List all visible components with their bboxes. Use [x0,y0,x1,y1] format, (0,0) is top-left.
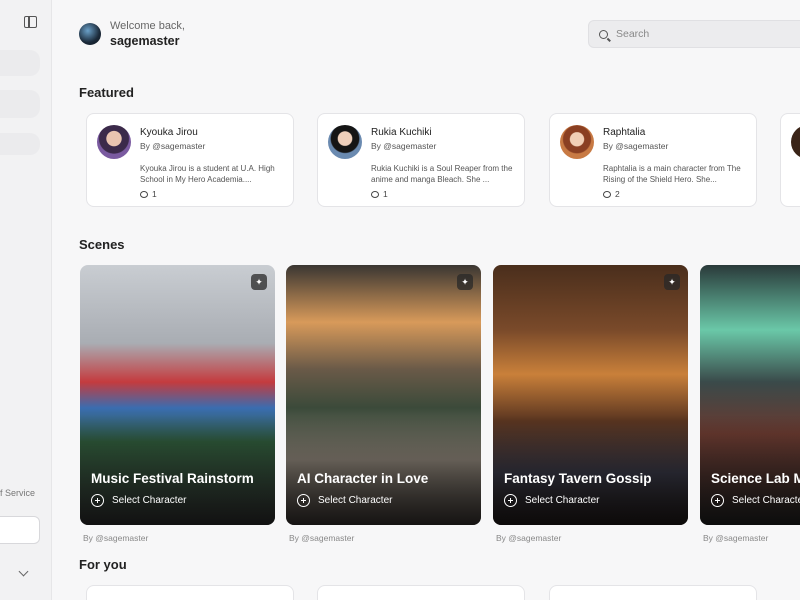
for-you-card[interactable] [86,585,294,600]
scene-overlay [80,415,275,525]
scene-title: AI Character in Love [297,471,429,486]
character-name: Raphtalia [603,127,646,138]
main-content: Welcome back, sagemaster Featured Kyouka… [52,0,800,600]
sidebar-nav-item[interactable] [0,90,40,118]
featured-card[interactable]: Rukia Kuchiki By @sagemaster Rukia Kuchi… [317,113,525,207]
comment-count-value: 1 [383,189,388,199]
comment-count: 1 [140,189,283,199]
character-description: Kyouka Jirou is a student at U.A. High S… [140,164,275,184]
sparkle-icon: ✦ [251,274,267,290]
for-you-card[interactable] [317,585,525,600]
search-bar[interactable] [588,20,800,48]
scene-card[interactable]: ✦ AI Character in Love Select Character [286,265,481,525]
select-character-button[interactable]: Select Characte [711,494,800,507]
featured-card-partial[interactable] [780,113,800,207]
scene-overlay [286,415,481,525]
character-name: Rukia Kuchiki [371,127,432,138]
character-avatar [791,125,800,159]
search-icon [599,29,608,39]
scene-overlay [700,415,800,525]
sidebar: f Service [0,0,52,600]
sidebar-toggle-icon[interactable] [24,16,37,28]
comment-icon [140,190,148,198]
character-author: By @sagemaster [140,141,206,151]
select-character-label: Select Character [112,495,187,506]
scene-title: Science Lab M [711,471,800,486]
featured-heading: Featured [79,85,134,100]
add-circle-icon [504,494,517,507]
character-name: Kyouka Jirou [140,127,198,138]
username: sagemaster [110,34,180,48]
select-character-button[interactable]: Select Character [91,494,186,507]
select-character-button[interactable]: Select Character [297,494,392,507]
character-description: Raphtalia is a main character from The R… [603,164,741,184]
featured-card[interactable]: Raphtalia By @sagemaster Raphtalia is a … [549,113,757,207]
scene-author: By @sagemaster [703,533,769,543]
character-avatar [328,125,362,159]
sidebar-nav-item[interactable] [0,50,40,76]
add-circle-icon [91,494,104,507]
select-character-label: Select Characte [732,495,800,506]
for-you-heading: For you [79,557,127,572]
avatar[interactable] [79,23,101,45]
scene-title: Fantasy Tavern Gossip [504,471,652,486]
select-character-label: Select Character [318,495,393,506]
chevron-down-icon[interactable] [18,566,29,577]
featured-card[interactable]: Kyouka Jirou By @sagemaster Kyouka Jirou… [86,113,294,207]
welcome-text: Welcome back, [110,20,185,32]
select-character-button[interactable]: Select Character [504,494,599,507]
scene-card[interactable]: ✦ Fantasy Tavern Gossip Select Character [493,265,688,525]
character-description: Rukia Kuchiki is a Soul Reaper from the … [371,164,513,184]
terms-of-service-link[interactable]: f Service [0,488,35,498]
sidebar-nav-item[interactable] [0,133,40,155]
comment-icon [603,190,611,198]
character-avatar [560,125,594,159]
scene-author: By @sagemaster [83,533,149,543]
character-author: By @sagemaster [371,141,437,151]
add-circle-icon [297,494,310,507]
comment-count-value: 1 [152,189,157,199]
scene-card[interactable]: Science Lab M Select Characte [700,265,800,525]
scene-author: By @sagemaster [496,533,562,543]
select-character-label: Select Character [525,495,600,506]
comment-count: 2 [603,189,746,199]
search-input[interactable] [616,28,796,40]
for-you-card[interactable] [549,585,757,600]
comment-count-value: 2 [615,189,620,199]
scene-author: By @sagemaster [289,533,355,543]
scene-card[interactable]: ✦ Music Festival Rainstorm Select Charac… [80,265,275,525]
character-author: By @sagemaster [603,141,669,151]
sparkle-icon: ✦ [457,274,473,290]
sparkle-icon: ✦ [664,274,680,290]
sidebar-account-box[interactable] [0,516,40,544]
character-avatar [97,125,131,159]
scene-overlay [493,415,688,525]
welcome-header: Welcome back, sagemaster [79,20,185,48]
scenes-heading: Scenes [79,237,125,252]
comment-count: 1 [371,189,514,199]
comment-icon [371,190,379,198]
scene-title: Music Festival Rainstorm [91,471,254,486]
add-circle-icon [711,494,724,507]
